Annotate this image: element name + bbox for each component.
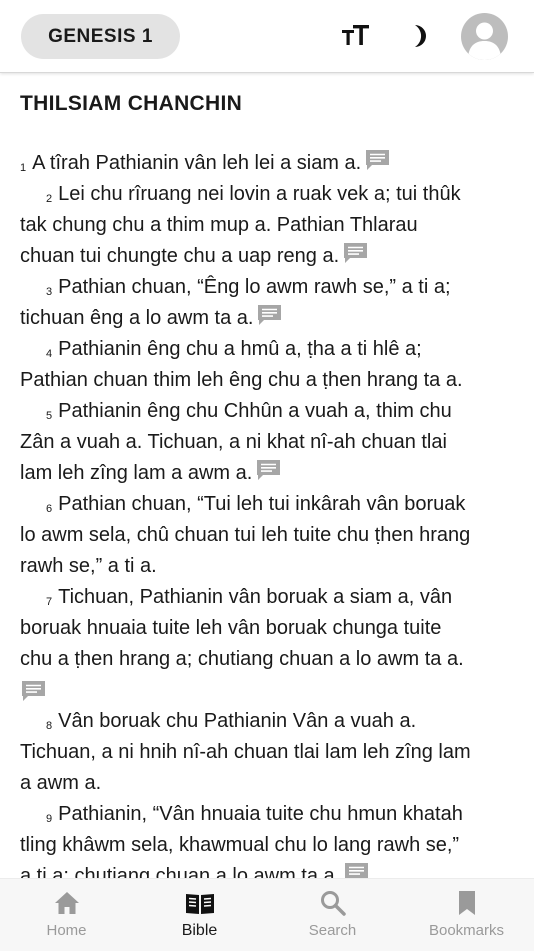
verse-text[interactable]: tichuan êng a lo awm ta a. xyxy=(20,307,253,329)
verse-line: tling khâwm sela, khawmual chu lo lang r… xyxy=(20,830,520,861)
profile-avatar[interactable] xyxy=(461,13,508,60)
verse-line: chu a ṭhen hrang a; chutiang chuan a lo … xyxy=(20,644,520,675)
verse-number: 2 xyxy=(46,193,53,205)
bottom-tab-bar: Home Bible Search Bookmarks xyxy=(0,878,534,951)
verse-text[interactable]: chuan tui chungte chu a uap reng a. xyxy=(20,245,339,267)
verse-line: 4 Pathianin êng chu a hmû a, ṭha a ti hlê… xyxy=(20,334,520,365)
verse-line: Zân a vuah a. Tichuan, a ni khat nî-ah c… xyxy=(20,427,520,458)
verse-text[interactable]: Pathian chuan, “Tui leh tui inkârah vân … xyxy=(58,493,465,515)
text-size-icon[interactable] xyxy=(340,20,372,52)
section-heading: THILSIAM CHANCHIN xyxy=(20,92,243,115)
note-row xyxy=(20,675,520,706)
verse-line: tichuan êng a lo awm ta a. xyxy=(20,303,520,334)
chapter-selector-button[interactable]: GENESIS 1 xyxy=(21,14,180,59)
verse-line: 8 Vân boruak chu Pathianin Vân a vuah a. xyxy=(20,706,520,737)
tab-home[interactable]: Home xyxy=(0,879,133,951)
tab-bookmarks[interactable]: Bookmarks xyxy=(400,879,533,951)
verse-line: a awm a. xyxy=(20,768,520,799)
verse-line: rawh se,” a ti a. xyxy=(20,551,520,582)
verse-line: tak chung chu a thim mup a. Pathian Thla… xyxy=(20,210,520,241)
tab-bible-label: Bible xyxy=(181,922,218,939)
verse-text[interactable]: Zân a vuah a. Tichuan, a ni khat nî-ah c… xyxy=(20,431,447,453)
verse-text[interactable]: a ti a; chutiang chuan a lo awm ta a. xyxy=(20,865,340,878)
verse-text[interactable]: Tichuan, Pathianin vân boruak a siam a, … xyxy=(58,586,452,608)
bookmark-icon xyxy=(456,889,478,917)
tab-search[interactable]: Search xyxy=(266,879,399,951)
note-icon[interactable] xyxy=(364,148,391,172)
verse-text[interactable]: Vân boruak chu Pathianin Vân a vuah a. xyxy=(58,710,416,732)
verse-text[interactable]: Pathianin, “Vân hnuaia tuite chu hmun kh… xyxy=(58,803,463,825)
dark-mode-icon[interactable] xyxy=(402,20,434,52)
verse-number: 5 xyxy=(46,410,53,422)
note-icon[interactable] xyxy=(256,303,283,327)
search-icon xyxy=(319,889,347,917)
verse-line: 2 Lei chu rîruang nei lovin a ruak vek a;… xyxy=(20,179,520,210)
verse-number: 4 xyxy=(46,348,53,360)
verse-line: 5 Pathianin êng chu Chhûn a vuah a, thim … xyxy=(20,396,520,427)
verse-line: lam leh zîng lam a awm a. xyxy=(20,458,520,489)
verse-number: 9 xyxy=(46,813,53,825)
verse-line: Tichuan, a ni hnih nî-ah chuan tlai lam … xyxy=(20,737,520,768)
verse-text[interactable]: tling khâwm sela, khawmual chu lo lang r… xyxy=(20,834,459,856)
verse-text[interactable]: Tichuan, a ni hnih nî-ah chuan tlai lam … xyxy=(20,741,471,763)
verse-text[interactable]: lam leh zîng lam a awm a. xyxy=(20,462,252,484)
verse-line: boruak hnuaia tuite leh vân boruak chung… xyxy=(20,613,520,644)
verse-number: 8 xyxy=(46,720,53,732)
note-icon[interactable] xyxy=(342,241,369,265)
tab-bookmarks-label: Bookmarks xyxy=(428,922,505,939)
bible-icon xyxy=(184,889,216,917)
verse-line: lo awm sela, chû chuan tui leh tuite chu… xyxy=(20,520,520,551)
verse-number: 7 xyxy=(46,596,53,608)
verse-number: 3 xyxy=(46,286,53,298)
verse-line: Pathian chuan thim leh êng chu a ṭhen hr… xyxy=(20,365,520,396)
verse-text[interactable]: Pathianin êng chu Chhûn a vuah a, thim c… xyxy=(58,400,452,422)
top-app-bar: GENESIS 1 xyxy=(0,0,534,73)
verse-text[interactable]: A tîrah Pathianin vân leh lei a siam a. xyxy=(32,152,361,174)
tab-home-label: Home xyxy=(46,922,87,939)
note-icon[interactable] xyxy=(20,679,47,703)
verse-line: 3 Pathian chuan, “Êng lo awm rawh se,” a … xyxy=(20,272,520,303)
tab-search-label: Search xyxy=(308,922,357,939)
reader-content: THILSIAM CHANCHIN 1 A tîrah Pathianin vân… xyxy=(0,73,534,878)
verse-line: 6 Pathian chuan, “Tui leh tui inkârah vân… xyxy=(20,489,520,520)
verse-text[interactable]: Pathian chuan, “Êng lo awm rawh se,” a t… xyxy=(58,276,450,298)
verse-text[interactable]: Pathianin êng chu a hmû a, ṭha a ti hlê … xyxy=(58,338,422,360)
verse-text[interactable]: chu a ṭhen hrang a; chutiang chuan a lo … xyxy=(20,648,464,670)
verse-text[interactable]: lo awm sela, chû chuan tui leh tuite chu… xyxy=(20,524,470,546)
verse-text[interactable]: rawh se,” a ti a. xyxy=(20,555,157,577)
verse-text[interactable]: a awm a. xyxy=(20,772,101,794)
chapter-text: 1 A tîrah Pathianin vân leh lei a siam a.… xyxy=(20,148,520,878)
verse-line: 7 Tichuan, Pathianin vân boruak a siam a,… xyxy=(20,582,520,613)
verse-text[interactable]: boruak hnuaia tuite leh vân boruak chung… xyxy=(20,617,441,639)
person-icon xyxy=(468,22,501,60)
note-icon[interactable] xyxy=(255,458,282,482)
verse-text[interactable]: Lei chu rîruang nei lovin a ruak vek a; … xyxy=(58,183,460,205)
verse-number: 6 xyxy=(46,503,53,515)
note-icon[interactable] xyxy=(343,861,370,878)
verse-text[interactable]: Pathian chuan thim leh êng chu a ṭhen hr… xyxy=(20,369,463,391)
tab-bible[interactable]: Bible xyxy=(133,879,266,951)
verse-line: 9 Pathianin, “Vân hnuaia tuite chu hmun k… xyxy=(20,799,520,830)
verse-text[interactable]: tak chung chu a thim mup a. Pathian Thla… xyxy=(20,214,418,236)
home-icon xyxy=(53,889,81,917)
verse-line: chuan tui chungte chu a uap reng a. xyxy=(20,241,520,272)
verse-line: 1 A tîrah Pathianin vân leh lei a siam a. xyxy=(20,148,520,179)
verse-line: a ti a; chutiang chuan a lo awm ta a. xyxy=(20,861,520,878)
verse-number: 1 xyxy=(20,162,27,174)
